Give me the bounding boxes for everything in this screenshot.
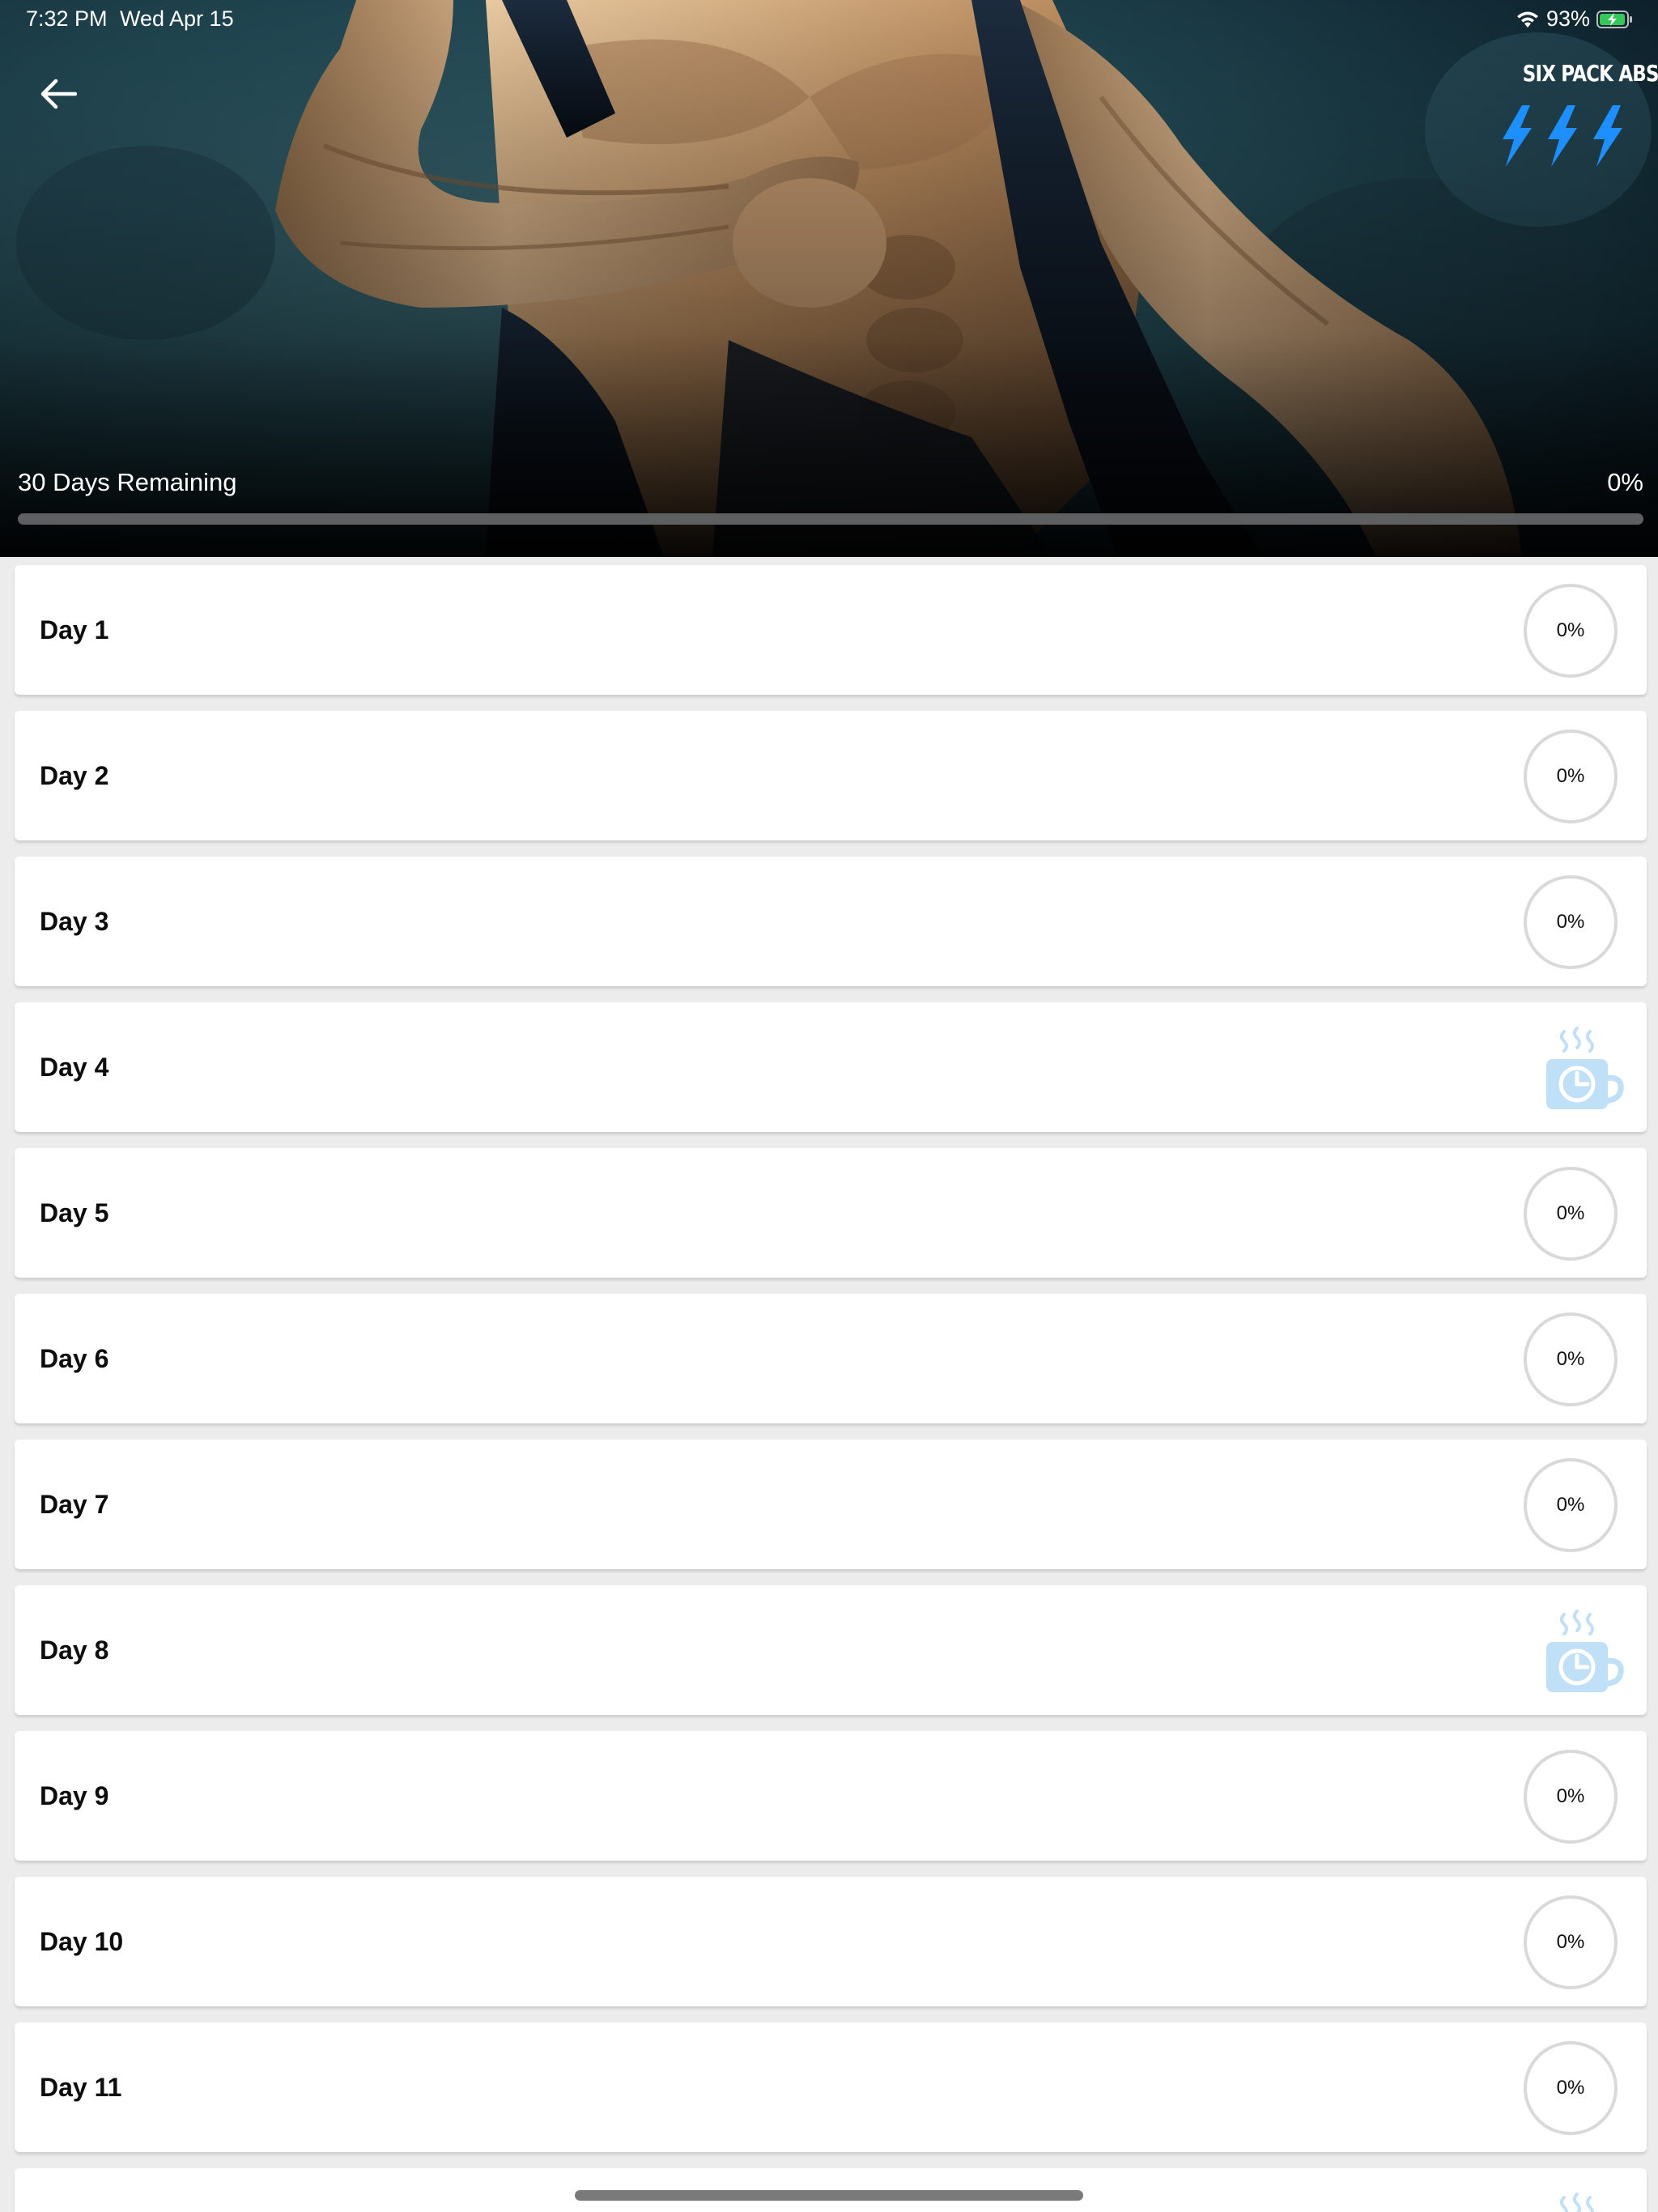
day-progress-ring: 0% [1524,584,1618,678]
status-date: Wed Apr 15 [120,6,234,31]
brand-title: SIX PACK ABS [1522,60,1658,87]
day-label: Day 1 [40,615,109,644]
day-card[interactable]: Day 1 0% [15,565,1647,695]
day-card[interactable]: Day 9 0% [15,1731,1647,1861]
day-label: Day 6 [40,1344,109,1373]
day-plan-screen: 7:32 PM Wed Apr 15 93% SIX PACK ABS 30 D… [0,0,1658,2212]
rest-coffee-cup-icon [1543,1025,1624,1109]
day-label: Day 8 [40,1636,109,1665]
day-progress-ring: 0% [1524,730,1618,823]
day-progress-ring: 0% [1524,1167,1618,1261]
day-card[interactable]: Day 6 0% [15,1294,1647,1423]
day-card[interactable]: Day 11 0% [15,2023,1647,2152]
lightning-bolts-icon [1499,105,1629,171]
day-progress-ring: 0% [1524,1895,1618,1989]
day-card[interactable]: Day 10 0% [15,1877,1647,2006]
day-list: Day 1 0% Day 2 0% Day 3 0% Day 4 Day 5 0% Day 6 0… [15,565,1647,2212]
day-label: Day 3 [40,907,109,936]
overall-progress-percent: 0% [1607,468,1643,496]
day-label: Day 10 [40,1927,124,1956]
day-progress-ring: 0% [1524,875,1618,969]
day-label: Day 9 [40,1781,109,1810]
rest-coffee-cup-icon [1543,1608,1624,1692]
hero-banner: 7:32 PM Wed Apr 15 93% SIX PACK ABS 30 D… [0,0,1658,557]
day-progress-ring: 0% [1524,1312,1618,1406]
status-bar: 7:32 PM Wed Apr 15 93% [0,0,1658,39]
day-card[interactable]: Day 5 0% [15,1148,1647,1278]
day-progress-ring: 0% [1524,1750,1618,1844]
day-card[interactable]: Day 7 0% [15,1440,1647,1569]
battery-percent: 93% [1545,6,1590,31]
day-card[interactable]: Day 2 0% [15,711,1647,840]
battery-charging-icon [1596,10,1634,29]
home-indicator[interactable] [575,2190,1083,2201]
day-card[interactable]: Day 3 0% [15,857,1647,986]
day-label: Day 2 [40,761,109,790]
status-time: 7:32 PM [26,6,108,31]
status-indicators: 93% [1516,6,1634,32]
hero-photo [0,0,1658,557]
days-remaining-label: 30 Days Remaining [18,468,237,496]
day-label: Day 7 [40,1490,109,1519]
rest-coffee-cup-icon [1543,2191,1624,2212]
back-arrow-icon [40,78,78,114]
day-card[interactable]: Day 8 [15,1585,1647,1715]
back-button[interactable] [29,66,87,125]
day-card[interactable]: Day 4 [15,1002,1647,1132]
day-progress-ring: 0% [1524,1458,1618,1552]
day-label: Day 5 [40,1198,109,1227]
overall-progress-bar [18,513,1643,525]
day-label: Day 4 [40,1053,109,1082]
wifi-icon [1516,10,1540,29]
brand-logo: SIX PACK ABS [1499,60,1658,167]
day-label: Day 11 [40,2073,122,2102]
day-progress-ring: 0% [1524,2041,1618,2135]
